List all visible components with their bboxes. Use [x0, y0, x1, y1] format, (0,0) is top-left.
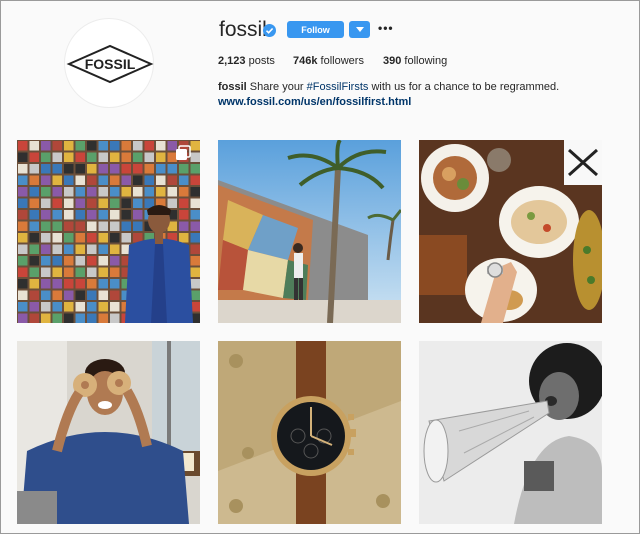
suggestions-dropdown-button[interactable] [349, 21, 370, 38]
profile-bio: fossil Share your #FossilFirsts with us … [218, 81, 559, 93]
post-food-table[interactable] [419, 140, 602, 323]
verified-badge-icon [263, 24, 276, 37]
post-donut-eyes-image [17, 341, 200, 524]
post-watch-closeup[interactable] [218, 341, 401, 524]
post-megaphone[interactable] [419, 341, 602, 524]
more-options-icon[interactable]: ••• [378, 22, 394, 34]
logo-text: FOSSIL [85, 56, 136, 72]
profile-website-link[interactable]: www.fossil.com/us/en/fossilfirst.html [218, 96, 411, 108]
post-tiles-wall-image [17, 140, 200, 323]
multiple-posts-icon [176, 145, 191, 160]
following-count: 390 [383, 55, 402, 67]
bio-hashtag-link[interactable]: #FossilFirsts [307, 81, 369, 93]
posts-label: posts [248, 55, 275, 67]
follow-button[interactable]: Follow [287, 21, 344, 38]
profile-username: fossil [219, 18, 267, 41]
post-food-table-image [419, 140, 602, 323]
fossil-logo: FOSSIL [66, 44, 154, 84]
profile-page: FOSSIL fossil Follow ••• 2,123 posts 746… [0, 0, 640, 534]
post-megaphone-image [419, 341, 602, 524]
post-palm-tree[interactable] [218, 140, 401, 323]
posts-count: 2,123 [218, 55, 246, 67]
bio-text-after: with us for a chance to be regrammed. [368, 81, 560, 93]
followers-stat[interactable]: 746k followers [293, 55, 364, 67]
bio-name: fossil [218, 81, 247, 93]
following-label: following [404, 55, 448, 67]
profile-avatar[interactable]: FOSSIL [64, 18, 154, 108]
followers-count: 746k [293, 55, 318, 67]
post-tiles-wall[interactable] [17, 140, 200, 323]
chevron-down-icon [355, 27, 364, 32]
bio-text-before: Share your [246, 81, 307, 93]
post-donut-eyes[interactable] [17, 341, 200, 524]
followers-label: followers [320, 55, 364, 67]
posts-stat: 2,123 posts [218, 55, 275, 67]
post-watch-closeup-image [218, 341, 401, 524]
post-palm-tree-image [218, 140, 401, 323]
following-stat[interactable]: 390 following [383, 55, 447, 67]
